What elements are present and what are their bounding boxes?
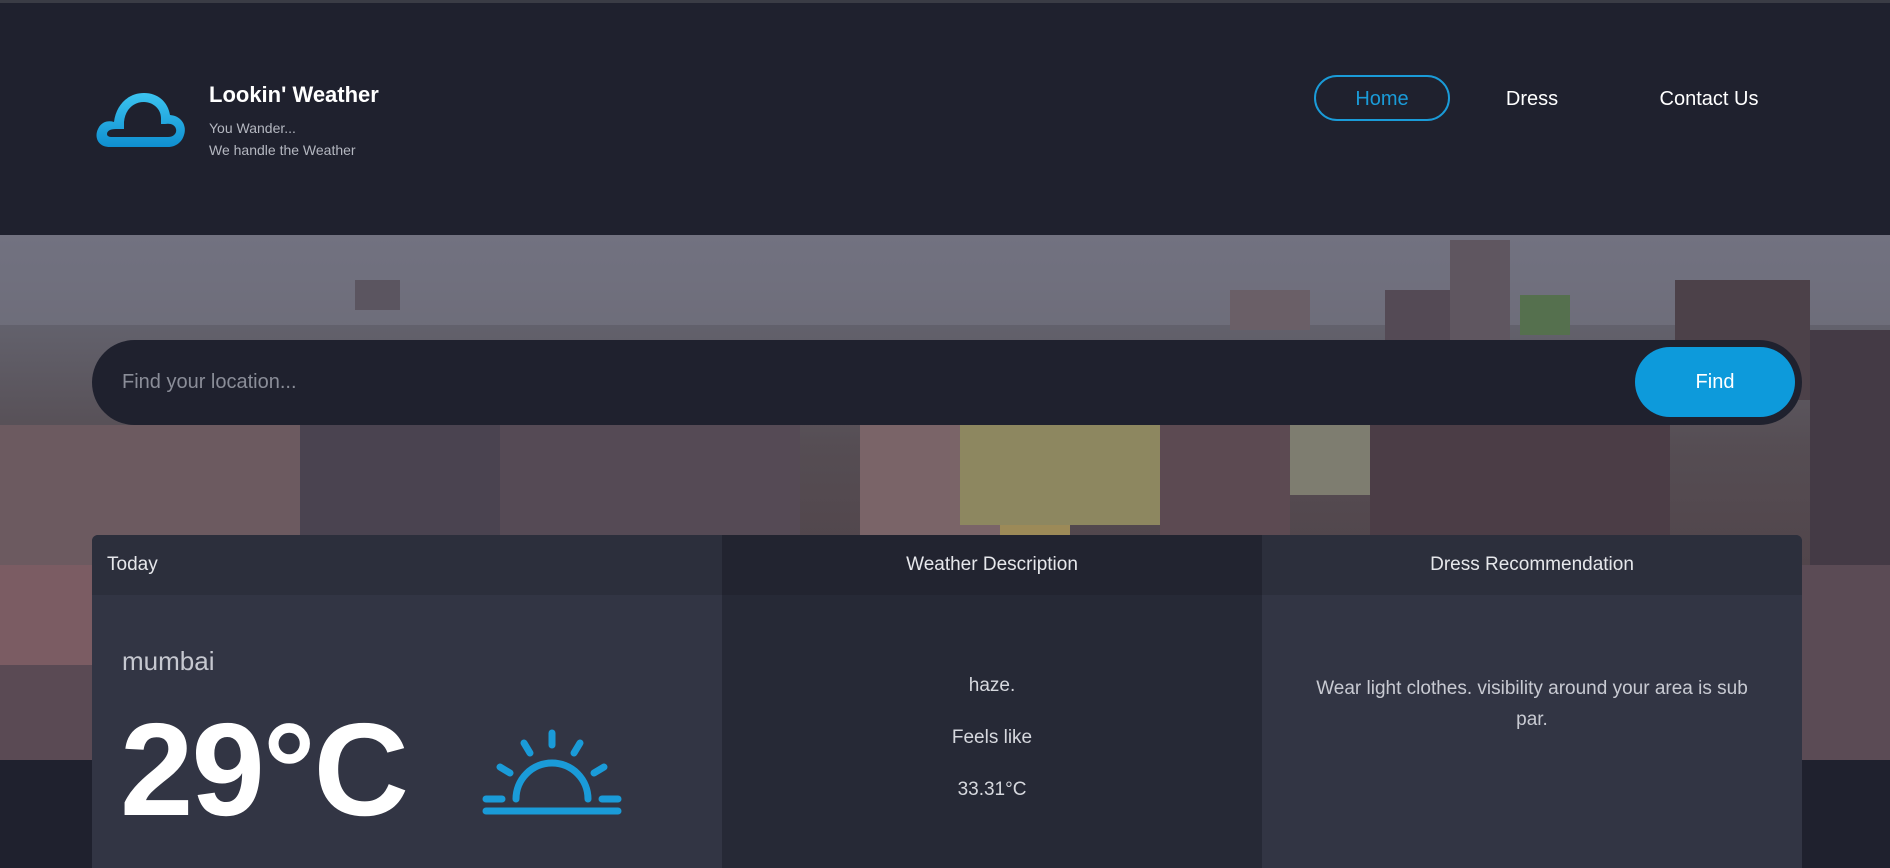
dress-recommendation-text: Wear light clothes. visibility around yo… [1316, 678, 1748, 730]
today-panel: Today mumbai 29°C [92, 535, 722, 868]
nav-contact-link[interactable]: Contact Us [1638, 75, 1780, 121]
weather-description-panel: Weather Description haze. Feels like 33.… [722, 535, 1262, 868]
today-header: Today [92, 535, 722, 595]
feels-like-label: Feels like [951, 727, 1033, 748]
weather-description-header: Weather Description [722, 535, 1262, 595]
main-nav: Home Dress Contact Us [0, 75, 1890, 121]
dress-recommendation-header: Dress Recommendation [1262, 535, 1802, 595]
city-name: mumbai [122, 646, 215, 676]
tagline-line-1: You Wander... [209, 120, 296, 136]
find-button[interactable]: Find [1635, 347, 1795, 417]
location-search-input[interactable] [122, 340, 1702, 425]
sunrise-icon [482, 729, 622, 815]
site-header: Lookin' Weather You Wander... We handle … [0, 3, 1890, 235]
weather-condition: haze. [968, 675, 1016, 696]
current-temperature: 29°C [120, 696, 409, 843]
nav-dress-link[interactable]: Dress [1480, 75, 1584, 121]
tagline-line-2: We handle the Weather [209, 142, 356, 158]
feels-like-value: 33.31°C [957, 779, 1027, 800]
dress-recommendation-panel: Dress Recommendation Wear light clothes.… [1262, 535, 1802, 868]
search-bar: Find [92, 340, 1802, 425]
nav-home-link[interactable]: Home [1314, 75, 1450, 121]
